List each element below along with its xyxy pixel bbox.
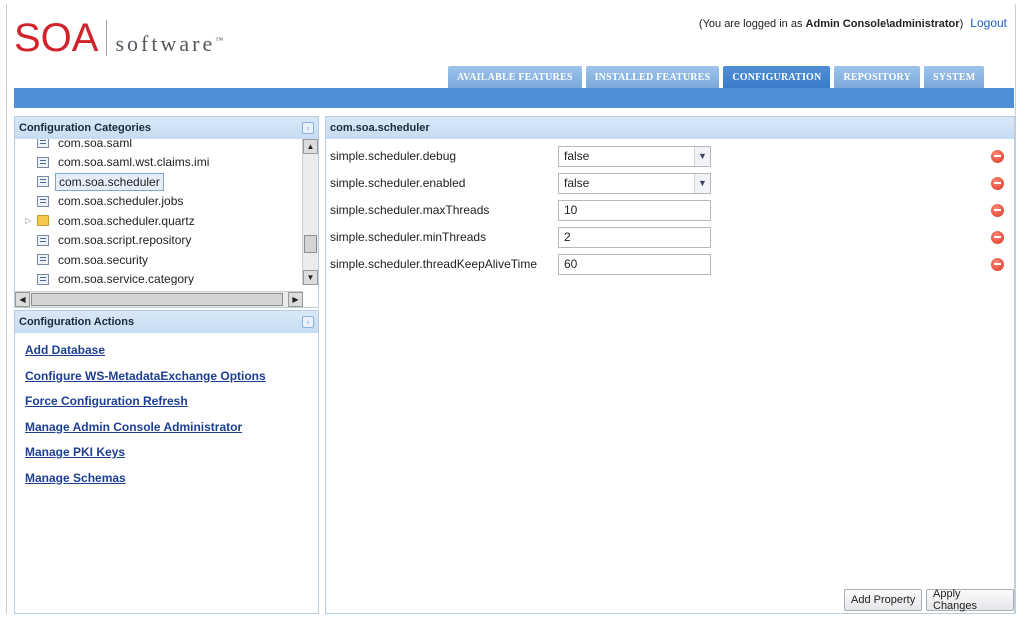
property-name: simple.scheduler.enabled [330, 176, 466, 190]
login-suffix: ) [959, 18, 964, 30]
scroll-left-icon[interactable]: ◀ [15, 292, 30, 307]
tree-item-folder[interactable]: ▷ com.soa.scheduler.quartz [15, 211, 303, 231]
property-value-input[interactable]: 10 [558, 199, 711, 221]
property-value-input[interactable]: 2 [558, 226, 711, 248]
property-value: false [564, 176, 590, 190]
categories-panel-header: Configuration Categories ▫ [15, 117, 318, 139]
tree-item-label: com.soa.scheduler [55, 172, 164, 191]
force-configuration-refresh-link[interactable]: Force Configuration Refresh [25, 394, 308, 408]
properties-panel-header: com.soa.scheduler [326, 117, 1014, 139]
scroll-down-icon[interactable]: ▼ [303, 270, 318, 285]
configuration-categories-panel: Configuration Categories ▫ com.soa.saml … [14, 116, 319, 308]
horizontal-scroll-thumb[interactable] [31, 293, 283, 306]
property-name: simple.scheduler.debug [330, 149, 457, 163]
logo-soa-text: SOA [14, 16, 99, 60]
main-tabs: Available Features Installed Features Co… [448, 66, 985, 88]
property-name: simple.scheduler.maxThreads [330, 203, 490, 217]
manage-schemas-link[interactable]: Manage Schemas [25, 471, 308, 485]
tree-item-label: com.soa.scheduler.quartz [58, 213, 195, 228]
login-user: Admin Console\administrator [805, 18, 960, 30]
tree-item[interactable]: com.soa.security [15, 250, 303, 270]
scroll-up-icon[interactable]: ▲ [303, 139, 318, 154]
property-name: simple.scheduler.threadKeepAliveTime [330, 257, 537, 271]
config-file-icon [37, 195, 49, 207]
property-name: simple.scheduler.minThreads [330, 230, 487, 244]
tree-item-label: com.soa.saml.wst.claims.imi [58, 155, 210, 170]
tab-available-features[interactable]: Available Features [448, 66, 582, 88]
property-value: 10 [564, 203, 578, 217]
tab-configuration[interactable]: Configuration [723, 66, 831, 88]
logo-divider [106, 20, 108, 56]
logo-software-text: software™ [115, 31, 224, 56]
tree-item[interactable]: com.soa.saml [15, 139, 303, 153]
remove-property-icon[interactable] [991, 149, 1004, 163]
tab-installed-features[interactable]: Installed Features [585, 66, 720, 88]
expand-arrow-icon[interactable]: ▷ [25, 216, 31, 225]
remove-property-icon[interactable] [991, 176, 1004, 190]
tree-item[interactable]: com.soa.saml.wst.claims.imi [15, 153, 303, 173]
soa-software-logo: SOA software™ [14, 16, 223, 60]
property-row: simple.scheduler.threadKeepAliveTime 60 [326, 252, 1014, 276]
property-value: false [564, 149, 590, 163]
property-value-input[interactable]: 60 [558, 253, 711, 275]
horizontal-scrollbar[interactable]: ◀ ▶ [15, 291, 303, 307]
chevron-down-icon[interactable]: ▼ [694, 173, 710, 193]
config-file-icon [37, 139, 49, 149]
manage-pki-keys-link[interactable]: Manage PKI Keys [25, 445, 308, 459]
remove-property-icon[interactable] [991, 257, 1004, 271]
config-file-icon [37, 254, 49, 266]
actions-panel-header: Configuration Actions ▫ [15, 311, 318, 333]
property-row: simple.scheduler.minThreads 2 [326, 225, 1014, 249]
config-file-icon [37, 176, 49, 188]
configure-ws-metadataexchange-link[interactable]: Configure WS-MetadataExchange Options [25, 369, 308, 383]
config-file-icon [37, 234, 49, 246]
tree-item-label: com.soa.script.repository [58, 233, 192, 248]
chevron-down-icon[interactable]: ▼ [694, 146, 710, 166]
vertical-scrollbar[interactable]: ▲ ▼ [302, 139, 318, 285]
tab-bar-strip [14, 88, 1014, 108]
manage-admin-console-administrator-link[interactable]: Manage Admin Console Administrator [25, 420, 308, 434]
property-row: simple.scheduler.debug false ▼ [326, 144, 1014, 168]
properties-panel-title: com.soa.scheduler [330, 122, 430, 134]
property-row: simple.scheduler.enabled false ▼ [326, 171, 1014, 195]
apply-changes-button[interactable]: Apply Changes [926, 588, 1014, 612]
tab-repository[interactable]: Repository [834, 66, 921, 88]
tree-item-label: com.soa.saml [58, 139, 133, 150]
collapse-icon[interactable]: ▫ [302, 122, 314, 134]
logout-link[interactable]: Logout [970, 16, 1007, 30]
tab-system[interactable]: System [924, 66, 985, 88]
tree-item[interactable]: com.soa.script.repository [15, 231, 303, 251]
category-tree: com.soa.saml com.soa.saml.wst.claims.imi… [15, 139, 303, 285]
actions-panel-title: Configuration Actions [19, 316, 135, 328]
collapse-icon[interactable]: ▫ [302, 316, 314, 328]
tree-item[interactable]: com.soa.scheduler.jobs [15, 192, 303, 212]
remove-property-icon[interactable] [991, 230, 1004, 244]
tree-item-label: com.soa.scheduler.jobs [58, 194, 184, 209]
add-property-button[interactable]: Add Property [844, 589, 923, 611]
login-prefix: (You are logged in as [698, 18, 803, 30]
tree-item-selected[interactable]: com.soa.scheduler [15, 172, 303, 192]
remove-property-icon[interactable] [991, 203, 1004, 217]
login-status: (You are logged in as Admin Console\admi… [699, 16, 1007, 30]
property-value: 60 [564, 257, 578, 271]
vertical-scroll-thumb[interactable] [304, 235, 317, 253]
scroll-right-icon[interactable]: ▶ [288, 292, 303, 307]
properties-panel: com.soa.scheduler simple.scheduler.debug… [325, 116, 1015, 614]
property-value-select[interactable]: false ▼ [558, 145, 711, 167]
tree-item[interactable]: com.soa.service.category [15, 270, 303, 285]
config-file-icon [37, 273, 49, 285]
add-database-link[interactable]: Add Database [25, 343, 308, 357]
categories-panel-title: Configuration Categories [19, 122, 152, 134]
tree-item-label: com.soa.security [58, 252, 149, 267]
property-row: simple.scheduler.maxThreads 10 [326, 198, 1014, 222]
tree-item-label: com.soa.service.category [58, 272, 195, 285]
configuration-actions-panel: Configuration Actions ▫ Add Database Con… [14, 310, 319, 614]
folder-icon [37, 215, 49, 227]
config-file-icon [37, 156, 49, 168]
actions-list: Add Database Configure WS-MetadataExchan… [15, 333, 318, 506]
property-value: 2 [564, 230, 571, 244]
property-value-select[interactable]: false ▼ [558, 172, 711, 194]
